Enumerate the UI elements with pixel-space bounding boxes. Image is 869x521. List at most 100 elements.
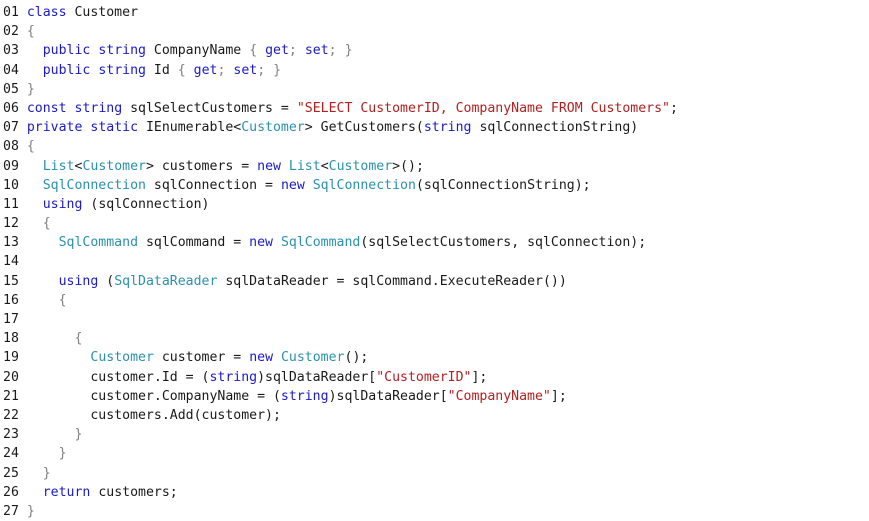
line-number: 03 xyxy=(3,43,19,59)
code-keyword: return xyxy=(42,484,91,500)
code-keyword: string xyxy=(74,100,123,116)
line-number: 08 xyxy=(3,139,19,155)
line-number: 17 xyxy=(3,312,19,327)
code-text: )sqlDataReader[ xyxy=(328,388,448,404)
line-number: 22 xyxy=(3,407,19,423)
code-text: ]; xyxy=(550,388,567,404)
code-keyword: private xyxy=(26,120,83,136)
line-number: 19 xyxy=(3,350,19,366)
code-text: sqlCommand = xyxy=(138,235,250,251)
code-keyword: get xyxy=(265,43,289,59)
code-keyword: string xyxy=(98,43,146,59)
code-line: 14 xyxy=(3,252,678,271)
code-keyword: new xyxy=(249,235,273,251)
code-type: Customer xyxy=(328,158,393,174)
line-number: 01 xyxy=(3,5,19,20)
code-line: 25 } xyxy=(3,464,678,483)
code-brace: { xyxy=(26,24,35,40)
code-brace: { xyxy=(58,292,67,308)
code-text: IEnumerable< xyxy=(138,120,242,136)
code-text: (sqlConnectionString); xyxy=(415,177,591,193)
code-text: Id xyxy=(145,62,178,78)
code-line: 21 customer.CompanyName = (string)sqlDat… xyxy=(3,387,678,406)
line-number: 27 xyxy=(3,503,19,519)
code-text: > GetCustomers( xyxy=(304,120,424,136)
code-keyword: set xyxy=(233,62,258,78)
code-brace: } xyxy=(74,427,83,443)
code-keyword: new xyxy=(249,350,274,366)
code-line: 20 customer.Id = (string)sqlDataReader["… xyxy=(3,368,678,387)
code-keyword: public xyxy=(42,62,91,78)
code-type: SqlConnection xyxy=(42,177,146,193)
code-line: 01 class Customer xyxy=(3,3,678,22)
code-line: 10 SqlConnection sqlConnection = new Sql… xyxy=(3,176,678,195)
code-brace: { xyxy=(177,62,186,78)
code-line: 27 } xyxy=(3,502,678,521)
code-line: 09 List<Customer> customers = new List<C… xyxy=(3,157,678,176)
line-number: 15 xyxy=(3,273,19,289)
code-line: 13 SqlCommand sqlCommand = new SqlComman… xyxy=(3,233,678,252)
line-number: 23 xyxy=(3,427,19,443)
code-type: Customer xyxy=(280,350,345,366)
code-brace: } xyxy=(273,62,282,78)
code-type: List xyxy=(42,158,75,174)
code-brace: ; xyxy=(288,43,297,59)
line-number: 24 xyxy=(3,446,19,462)
code-listing: 01 class Customer 02 {03 public string Co… xyxy=(3,3,678,521)
line-number: 14 xyxy=(3,254,19,270)
code-keyword: set xyxy=(304,43,329,59)
code-line: 02 { xyxy=(3,22,678,41)
line-number: 10 xyxy=(3,177,19,193)
code-keyword: string xyxy=(423,120,472,136)
code-keyword: using xyxy=(42,196,83,212)
code-text: ; xyxy=(669,100,678,116)
line-number: 09 xyxy=(3,158,19,174)
code-brace: { xyxy=(42,216,51,232)
code-text: sqlDataReader = sqlCommand.ExecuteReader… xyxy=(217,273,567,289)
code-type: List xyxy=(288,158,321,174)
code-line: 22 customers.Add(customer); xyxy=(3,406,678,425)
code-text: sqlConnection = xyxy=(145,177,281,193)
code-line: 23 } xyxy=(3,425,678,444)
code-text: ]; xyxy=(471,369,488,385)
code-text: customer = xyxy=(153,350,250,366)
code-line: 18 { xyxy=(3,329,678,348)
code-text: customer.CompanyName = ( xyxy=(26,388,281,404)
code-keyword: new xyxy=(280,177,305,193)
line-number: 25 xyxy=(3,465,19,481)
code-line: 04 public string Id { get; set; } xyxy=(3,61,678,80)
code-text: customers.Add(customer); xyxy=(26,407,281,423)
code-brace: { xyxy=(26,139,35,155)
code-text: (sqlConnection) xyxy=(82,196,210,212)
line-number: 07 xyxy=(3,120,19,136)
code-text: > customers = xyxy=(145,158,258,174)
code-line: 08 { xyxy=(3,137,678,156)
code-line: 12 { xyxy=(3,214,678,233)
code-line: 11 using (sqlConnection) xyxy=(3,195,678,214)
code-keyword: class xyxy=(26,5,67,20)
code-string: "SELECT CustomerID, CompanyName FROM Cus… xyxy=(296,100,670,116)
code-text: (sqlSelectCustomers, sqlConnection); xyxy=(360,235,647,251)
line-number: 13 xyxy=(3,235,19,251)
code-line: 03 public string CompanyName { get; set;… xyxy=(3,41,678,60)
code-brace: } xyxy=(58,446,67,462)
code-line: 07 private static IEnumerable<Customer> … xyxy=(3,118,678,137)
code-string: "CompanyName" xyxy=(447,388,551,404)
code-keyword: const xyxy=(26,100,67,116)
code-text: (); xyxy=(344,350,369,366)
